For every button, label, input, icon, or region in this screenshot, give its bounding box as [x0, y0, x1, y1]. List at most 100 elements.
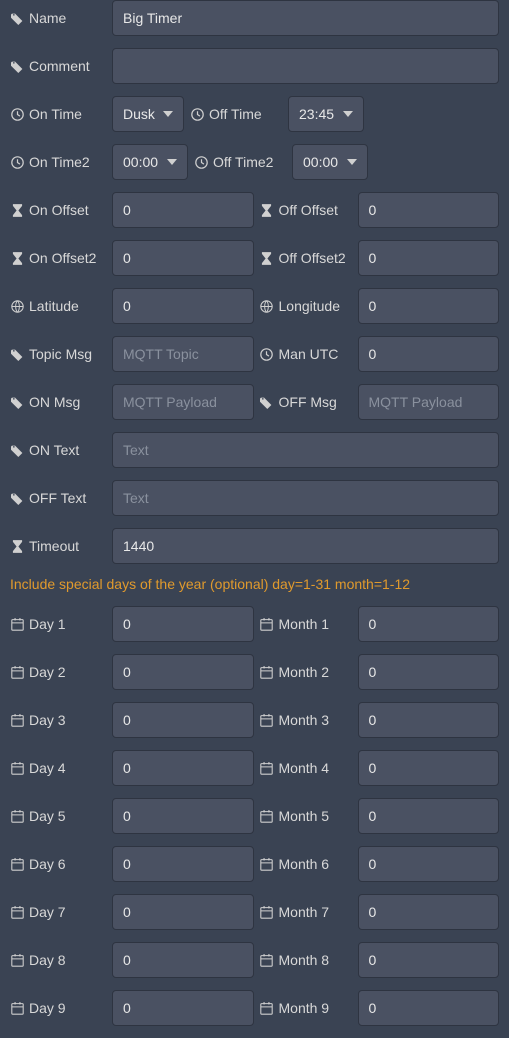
clock-icon	[260, 347, 274, 361]
calendar-icon	[260, 761, 274, 775]
man-utc-input[interactable]	[358, 336, 500, 372]
calendar-icon	[10, 905, 24, 919]
day-input[interactable]	[112, 702, 254, 738]
comment-label: Comment	[29, 58, 90, 74]
hourglass-icon	[10, 539, 24, 553]
month-input[interactable]	[358, 606, 500, 642]
month-input[interactable]	[358, 846, 500, 882]
special-day-row: Day 7Month 7	[10, 894, 499, 930]
month-input[interactable]	[358, 990, 500, 1026]
off-msg-label: OFF Msg	[279, 394, 337, 410]
day-input[interactable]	[112, 990, 254, 1026]
calendar-icon	[260, 665, 274, 679]
off-offset2-label: Off Offset2	[279, 250, 346, 266]
tag-icon	[10, 443, 24, 457]
on-msg-label: ON Msg	[29, 394, 80, 410]
name-input[interactable]	[112, 0, 499, 36]
month-input[interactable]	[358, 654, 500, 690]
clock-icon	[10, 155, 24, 169]
month-label: Month 2	[279, 664, 330, 680]
day-input[interactable]	[112, 798, 254, 834]
globe-icon	[10, 299, 24, 313]
calendar-icon	[260, 809, 274, 823]
calendar-icon	[260, 953, 274, 967]
month-label: Month 4	[279, 760, 330, 776]
longitude-input[interactable]	[358, 288, 500, 324]
calendar-icon	[260, 905, 274, 919]
month-input[interactable]	[358, 750, 500, 786]
calendar-icon	[10, 617, 24, 631]
longitude-label: Longitude	[279, 298, 341, 314]
calendar-icon	[10, 809, 24, 823]
hourglass-icon	[260, 251, 274, 265]
on-time2-label: On Time2	[29, 154, 90, 170]
tag-icon	[10, 395, 24, 409]
tag-icon	[10, 59, 24, 73]
month-input[interactable]	[358, 894, 500, 930]
on-time2-select[interactable]: 00:00	[112, 144, 188, 180]
month-input[interactable]	[358, 942, 500, 978]
month-label: Month 8	[279, 952, 330, 968]
day-label: Day 1	[29, 616, 66, 632]
off-time-label: Off Time	[209, 106, 262, 122]
special-day-row: Day 5Month 5	[10, 798, 499, 834]
timeout-label: Timeout	[29, 538, 79, 554]
month-label: Month 3	[279, 712, 330, 728]
calendar-icon	[10, 761, 24, 775]
day-label: Day 5	[29, 808, 66, 824]
month-input[interactable]	[358, 798, 500, 834]
on-time-label: On Time	[29, 106, 82, 122]
timeout-input[interactable]	[112, 528, 499, 564]
day-input[interactable]	[112, 750, 254, 786]
clock-icon	[10, 107, 24, 121]
tag-icon	[10, 491, 24, 505]
on-text-input[interactable]	[112, 432, 499, 468]
day-label: Day 3	[29, 712, 66, 728]
day-label: Day 6	[29, 856, 66, 872]
calendar-icon	[10, 857, 24, 871]
topic-msg-label: Topic Msg	[29, 346, 92, 362]
off-text-input[interactable]	[112, 480, 499, 516]
day-label: Day 2	[29, 664, 66, 680]
man-utc-label: Man UTC	[279, 346, 339, 362]
off-time2-select[interactable]: 00:00	[292, 144, 368, 180]
off-time-select[interactable]: 23:45	[288, 96, 364, 132]
calendar-icon	[260, 857, 274, 871]
on-offset2-input[interactable]	[112, 240, 254, 276]
latitude-input[interactable]	[112, 288, 254, 324]
day-label: Day 7	[29, 904, 66, 920]
day-label: Day 4	[29, 760, 66, 776]
on-offset-label: On Offset	[29, 202, 89, 218]
off-offset-input[interactable]	[358, 192, 500, 228]
day-input[interactable]	[112, 894, 254, 930]
special-day-row: Day 8Month 8	[10, 942, 499, 978]
latitude-label: Latitude	[29, 298, 79, 314]
special-days-note: Include special days of the year (option…	[10, 576, 499, 592]
on-msg-input[interactable]	[112, 384, 254, 420]
tag-icon	[10, 347, 24, 361]
off-time2-label: Off Time2	[213, 154, 273, 170]
day-input[interactable]	[112, 942, 254, 978]
calendar-icon	[10, 665, 24, 679]
hourglass-icon	[260, 203, 274, 217]
calendar-icon	[10, 1001, 24, 1015]
on-time-select[interactable]: Dusk	[112, 96, 184, 132]
calendar-icon	[10, 713, 24, 727]
off-msg-input[interactable]	[358, 384, 500, 420]
day-input[interactable]	[112, 654, 254, 690]
month-input[interactable]	[358, 702, 500, 738]
calendar-icon	[10, 953, 24, 967]
topic-msg-input[interactable]	[112, 336, 254, 372]
tag-icon	[10, 11, 24, 25]
comment-input[interactable]	[112, 48, 499, 84]
on-offset2-label: On Offset2	[29, 250, 96, 266]
clock-icon	[194, 155, 208, 169]
special-day-row: Day 2 Month 2	[10, 654, 499, 690]
off-offset2-input[interactable]	[358, 240, 500, 276]
calendar-icon	[260, 1001, 274, 1015]
day-input[interactable]	[112, 846, 254, 882]
on-offset-input[interactable]	[112, 192, 254, 228]
day-input[interactable]	[112, 606, 254, 642]
special-day-row: Day 4 Month 4	[10, 750, 499, 786]
globe-icon	[260, 299, 274, 313]
